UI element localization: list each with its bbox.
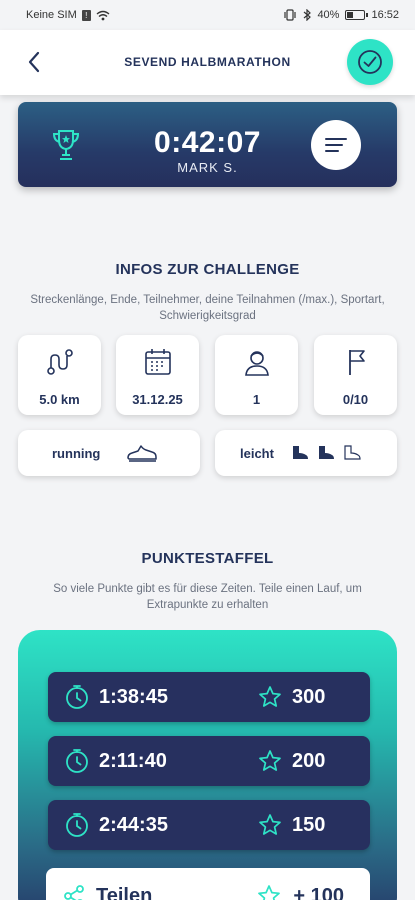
points-section-title: PUNKTESTAFFEL — [141, 550, 274, 567]
info-tile-participants: 1 — [215, 335, 298, 415]
points-section-subtitle: So viele Punkte gibt es für diese Zeiten… — [53, 583, 362, 611]
stopwatch-icon — [66, 749, 88, 773]
tier-points: 300 — [292, 685, 326, 708]
share-label: Teilen — [96, 884, 153, 900]
tier-time: 2:11:40 — [99, 749, 167, 772]
stopwatch-icon — [66, 813, 88, 837]
attempts-value: 0/10 — [342, 392, 369, 407]
share-icon — [64, 885, 84, 900]
info-tile-distance: 5.0 km — [18, 335, 101, 415]
running-shoe-icon — [127, 445, 158, 462]
leaderboard-menu-button[interactable] — [311, 120, 361, 170]
complete-button[interactable] — [347, 39, 393, 85]
tier-time: 1:38:45 — [99, 685, 168, 708]
end-date-value: 31.12.25 — [132, 392, 183, 407]
difficulty-tile: leicht — [215, 430, 397, 476]
calendar-icon — [144, 349, 171, 375]
info-tile-attempts: 0/10 — [314, 335, 397, 415]
check-circle-icon — [358, 50, 382, 74]
status-bar: Keine SIM ! 40% 16:52 — [0, 0, 415, 30]
carrier-label: Keine SIM — [26, 9, 77, 21]
info-tile-end-date: 31.12.25 — [116, 335, 199, 415]
sim-icon: ! — [81, 9, 91, 21]
shoe-filled-icon — [292, 446, 308, 459]
share-points: + 100 — [293, 884, 344, 900]
shoe-outline-icon — [344, 445, 361, 460]
tier-time: 2:44:35 — [99, 813, 168, 836]
stopwatch-icon — [66, 685, 88, 709]
difficulty-label: leicht — [240, 445, 274, 461]
share-button[interactable]: Teilen + 100 — [46, 868, 370, 900]
menu-lines-icon — [325, 138, 347, 152]
bluetooth-icon — [304, 9, 312, 21]
shoe-filled-icon — [318, 446, 334, 459]
participants-value: 1 — [252, 392, 261, 407]
battery-percent: 40% — [317, 9, 340, 21]
star-icon — [259, 686, 281, 707]
flag-icon — [348, 350, 365, 375]
vibrate-icon — [284, 9, 297, 21]
tier-points: 150 — [292, 813, 326, 836]
info-section-subtitle: Streckenlänge, Ende, Teilnehmer, deine T… — [30, 294, 385, 322]
distance-value: 5.0 km — [39, 392, 80, 407]
app-header: SEVEND HALBMARATHON — [0, 30, 415, 95]
info-section-title: INFOS ZUR CHALLENGE — [115, 261, 300, 278]
points-tier-row: 2:44:35 150 — [48, 800, 370, 850]
points-tier-row: 2:11:40 200 — [48, 736, 370, 786]
clock-time: 16:52 — [371, 9, 399, 21]
timer-card: 0:42:07 MARK S. — [18, 102, 397, 187]
route-icon — [46, 349, 73, 375]
star-icon — [258, 885, 281, 900]
participant-icon — [244, 351, 269, 376]
star-icon — [259, 814, 281, 835]
sport-label: running — [52, 445, 101, 461]
sport-tile: running — [18, 430, 200, 476]
points-panel: 1:38:45 300 2:11:40 200 2:44:35 150 Teil… — [18, 630, 397, 900]
battery-icon — [345, 10, 369, 20]
star-icon — [259, 750, 281, 771]
wifi-icon — [96, 10, 110, 20]
tier-points: 200 — [292, 749, 326, 772]
points-tier-row: 1:38:45 300 — [48, 672, 370, 722]
